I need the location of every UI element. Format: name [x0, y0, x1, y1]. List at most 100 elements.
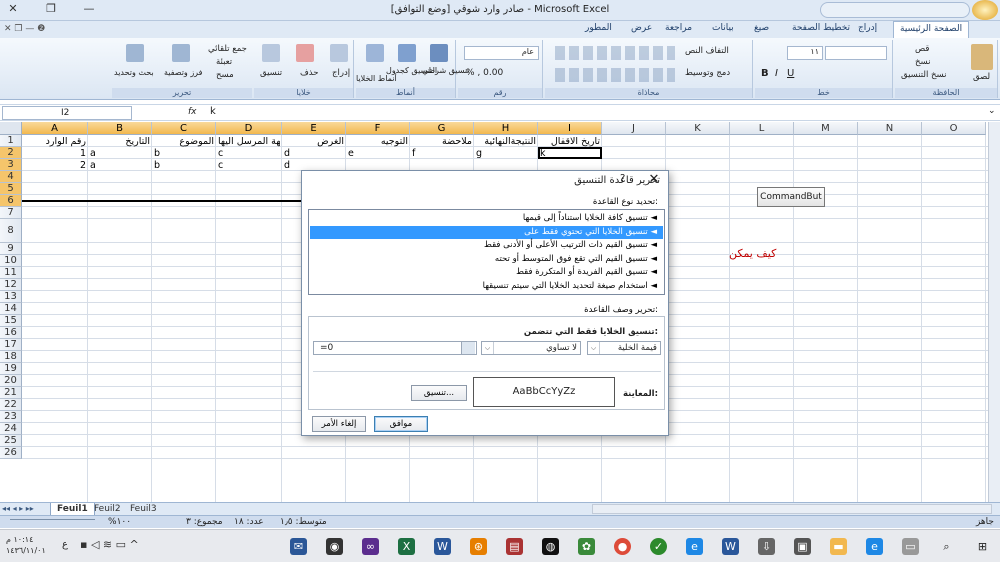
- row-header-12[interactable]: 12: [0, 279, 22, 291]
- close-icon[interactable]: ✕: [644, 172, 664, 187]
- row-header-22[interactable]: 22: [0, 399, 22, 411]
- tab-page-layout[interactable]: تخطيط الصفحة: [792, 23, 850, 33]
- media-icon[interactable]: ◍: [542, 538, 559, 555]
- alignment-icons[interactable]: [555, 46, 675, 60]
- bold-icon[interactable]: B: [761, 68, 769, 79]
- horizontal-scrollbar[interactable]: [592, 504, 992, 514]
- cell-E2[interactable]: d: [284, 148, 344, 159]
- row-header-19[interactable]: 19: [0, 363, 22, 375]
- help-icon[interactable]: ?: [620, 173, 625, 184]
- name-box[interactable]: I2: [2, 106, 132, 120]
- cell-F2[interactable]: e: [348, 148, 408, 159]
- column-header-I[interactable]: I: [538, 122, 602, 135]
- cell-styles-icon[interactable]: [366, 44, 384, 62]
- app3-icon[interactable]: ▤: [506, 538, 523, 555]
- condition-type-dropdown[interactable]: ⌵ قيمة الخلية: [587, 341, 661, 355]
- zoom-slider[interactable]: [10, 519, 95, 525]
- row-header-24[interactable]: 24: [0, 423, 22, 435]
- range-picker-icon[interactable]: [461, 342, 475, 354]
- column-header-F[interactable]: F: [346, 122, 410, 135]
- insert-button[interactable]: إدراج: [332, 68, 350, 78]
- fill-button[interactable]: تعبئة: [216, 57, 232, 67]
- column-header-D[interactable]: D: [216, 122, 282, 135]
- autosum-button[interactable]: جمع تلقائي: [208, 44, 247, 54]
- row-header-23[interactable]: 23: [0, 411, 22, 423]
- cell-G1[interactable]: ملاحضة: [412, 136, 472, 147]
- mail-icon[interactable]: ✉: [290, 538, 307, 555]
- row-header-13[interactable]: 13: [0, 291, 22, 303]
- app-icon[interactable]: ◉: [326, 538, 343, 555]
- clear-button[interactable]: مسح: [216, 70, 234, 80]
- row-header-1[interactable]: 1: [0, 135, 22, 147]
- italic-icon[interactable]: I: [775, 68, 778, 79]
- copy-button[interactable]: نسخ: [915, 57, 930, 67]
- app2-icon[interactable]: ⊛: [470, 538, 487, 555]
- cell-A2[interactable]: 1: [24, 148, 86, 159]
- tab-view[interactable]: عرض: [631, 23, 652, 33]
- cell-D1[interactable]: الجهة المرسل اليها: [218, 136, 280, 147]
- wrap-text-button[interactable]: التفاف النص: [685, 46, 729, 56]
- tab-developer[interactable]: المطور: [585, 23, 612, 33]
- rule-type-item[interactable]: تنسيق القيم التي تقع فوق المتوسط أو تحته…: [310, 253, 663, 266]
- underline-icon[interactable]: U: [787, 68, 794, 79]
- expand-formula-icon[interactable]: ⌄: [988, 106, 996, 116]
- row-header-2[interactable]: 2: [0, 147, 22, 159]
- cell-E1[interactable]: الغرض: [284, 136, 344, 147]
- word-icon[interactable]: W: [434, 538, 451, 555]
- merge-center-button[interactable]: دمج وتوسيط: [685, 68, 730, 78]
- column-header-O[interactable]: O: [922, 122, 986, 135]
- office-button[interactable]: [972, 0, 998, 20]
- cancel-button[interactable]: إلغاء الأمر: [312, 416, 366, 432]
- row-header-16[interactable]: 16: [0, 327, 22, 339]
- vertical-scrollbar[interactable]: [988, 122, 1000, 502]
- find-select-button[interactable]: بحث وتحديد: [114, 68, 154, 77]
- number-format-box[interactable]: عام: [464, 46, 539, 60]
- row-header-20[interactable]: 20: [0, 375, 22, 387]
- format-button[interactable]: تنسيق...: [411, 385, 467, 401]
- vs-icon[interactable]: ∞: [362, 538, 379, 555]
- row-header-11[interactable]: 11: [0, 267, 22, 279]
- close-window-icon[interactable]: ✕: [2, 2, 24, 18]
- format-button[interactable]: تنسيق: [260, 68, 282, 78]
- find-select-icon[interactable]: [126, 44, 144, 62]
- row-header-14[interactable]: 14: [0, 303, 22, 315]
- sort-filter-icon[interactable]: [172, 44, 190, 62]
- column-header-A[interactable]: A: [22, 122, 88, 135]
- column-header-G[interactable]: G: [410, 122, 474, 135]
- tab-data[interactable]: بيانات: [712, 23, 734, 33]
- row-header-6[interactable]: 6: [0, 195, 22, 207]
- check-icon[interactable]: ✓: [650, 538, 667, 555]
- sheet-nav-icons[interactable]: ◂◂ ◂ ▸ ▸▸: [2, 504, 34, 513]
- tab-review[interactable]: مراجعة: [665, 23, 692, 33]
- cut-button[interactable]: قص: [915, 44, 929, 54]
- format-cells-icon[interactable]: [262, 44, 280, 62]
- column-header-E[interactable]: E: [282, 122, 346, 135]
- cell-D2[interactable]: c: [218, 148, 280, 159]
- font-size-box[interactable]: ١١: [787, 46, 823, 60]
- task-view-icon[interactable]: ▭: [902, 538, 919, 555]
- row-header-8[interactable]: 8: [0, 219, 22, 243]
- cell-D3[interactable]: c: [218, 160, 280, 171]
- rule-type-item[interactable]: تنسيق القيم الفريدة أو المتكررة فقط ◄: [310, 266, 663, 279]
- ie-icon[interactable]: e: [686, 538, 703, 555]
- cell-F1[interactable]: التوجيه: [348, 136, 408, 147]
- row-header-4[interactable]: 4: [0, 171, 22, 183]
- column-header-C[interactable]: C: [152, 122, 216, 135]
- rule-type-item[interactable]: تنسيق القيم ذات الترتيب الأعلى أو الأدنى…: [310, 239, 663, 252]
- value-input[interactable]: =0: [313, 341, 477, 355]
- excel-icon[interactable]: X: [398, 538, 415, 555]
- row-header-15[interactable]: 15: [0, 315, 22, 327]
- delete-button[interactable]: حذف: [300, 68, 319, 78]
- row-header-9[interactable]: 9: [0, 243, 22, 255]
- chrome-icon[interactable]: ●: [614, 538, 631, 555]
- column-header-K[interactable]: K: [666, 122, 730, 135]
- rule-type-list[interactable]: تنسيق كافة الخلايا استناداً إلى قيمها ◄ ت…: [308, 209, 665, 295]
- cell-G2[interactable]: f: [412, 148, 472, 159]
- sort-filter-button[interactable]: فرز وتصفية: [164, 68, 202, 77]
- tab-insert[interactable]: إدراج: [858, 23, 877, 33]
- quick-access-toolbar[interactable]: [820, 2, 970, 18]
- tab-formulas[interactable]: صيغ: [754, 23, 769, 33]
- ribbon-window-controls[interactable]: ✕ ❐ — ❷: [4, 24, 45, 34]
- row-header-17[interactable]: 17: [0, 339, 22, 351]
- format-painter-button[interactable]: نسخ التنسيق: [901, 70, 946, 80]
